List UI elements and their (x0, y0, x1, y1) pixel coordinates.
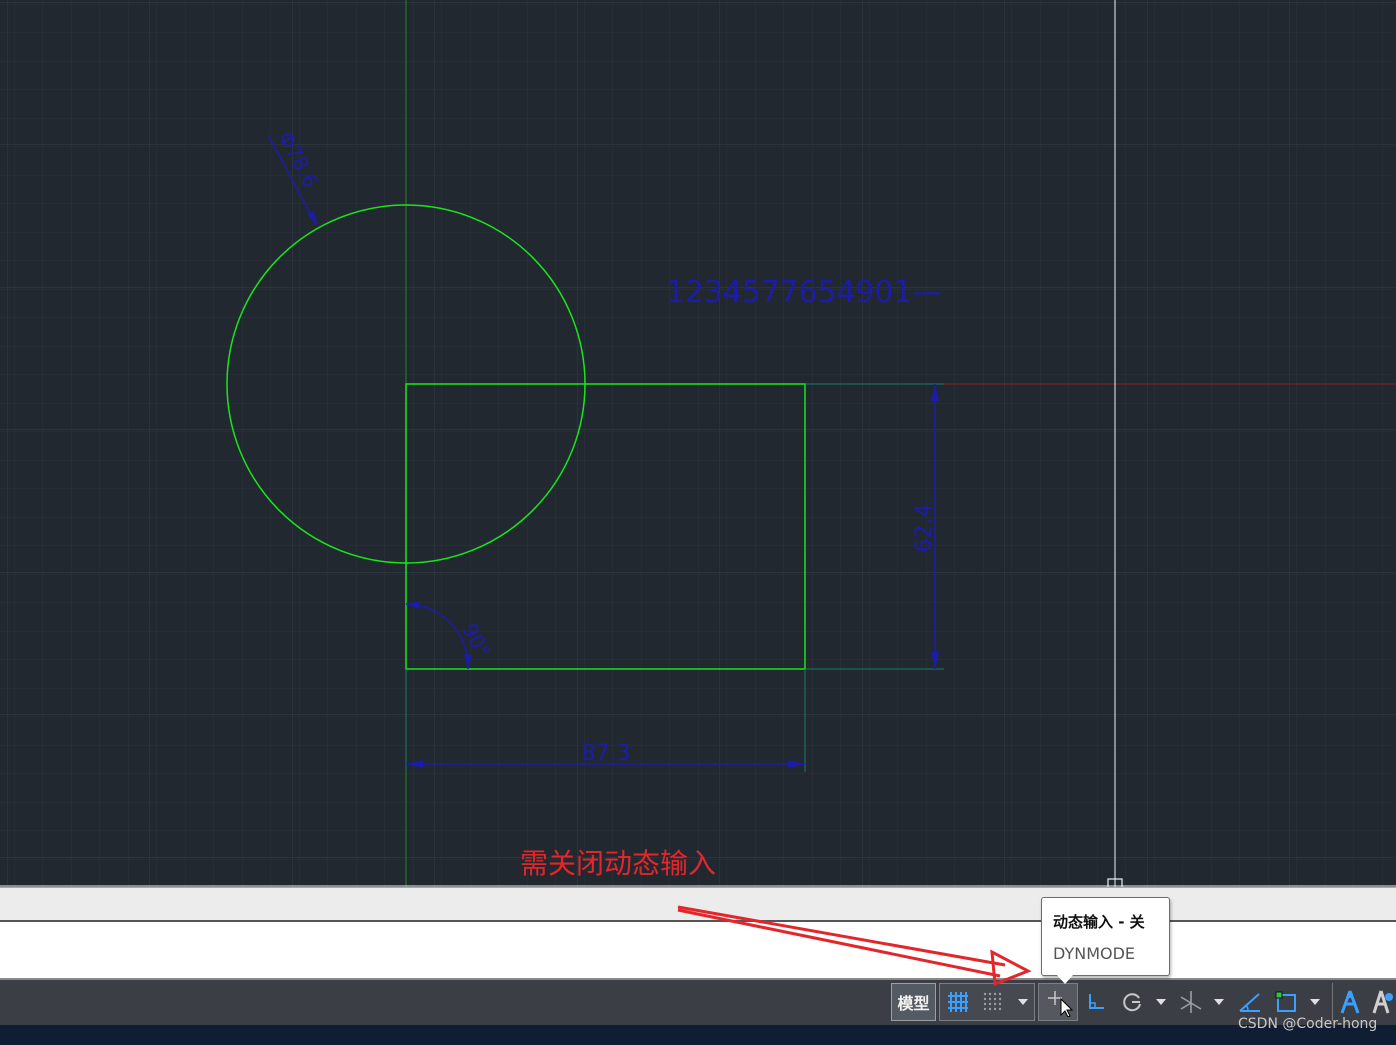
annotation-note: 需关闭动态输入 (520, 847, 717, 880)
grid (0, 0, 1396, 887)
polar-dropdown-icon[interactable] (1151, 983, 1171, 1021)
isodraft-icon[interactable] (1175, 983, 1207, 1021)
isodraft-dropdown-icon[interactable] (1209, 983, 1229, 1021)
command-line-input[interactable] (0, 922, 1396, 980)
dynamic-input-icon[interactable] (1040, 983, 1076, 1021)
tooltip-title: 动态输入 - 关 (1053, 913, 1145, 931)
tooltip-command: DYNMODE (1053, 944, 1136, 963)
drawing-canvas[interactable]: 62.4 87.3 90° Φ78.6 1234577654901— (0, 0, 1396, 887)
dynamic-input-tooltip: 动态输入 - 关 DYNMODE (1041, 897, 1170, 984)
snap-icon[interactable] (977, 983, 1009, 1021)
polar-icon[interactable] (1117, 983, 1147, 1021)
text-entity[interactable]: 1234577654901— (666, 275, 942, 310)
model-tab[interactable]: 模型 (891, 983, 936, 1021)
height-dimension-text: 62.4 (912, 504, 937, 553)
taskbar (0, 1025, 1396, 1045)
watermark: CSDN @Coder-hong (1238, 1016, 1378, 1032)
ortho-icon[interactable] (1081, 983, 1111, 1021)
width-dimension-text: 87.3 (582, 741, 631, 766)
snap-dropdown-icon[interactable] (1013, 983, 1033, 1021)
command-history-strip (0, 887, 1396, 922)
grid-icon[interactable] (942, 983, 974, 1021)
